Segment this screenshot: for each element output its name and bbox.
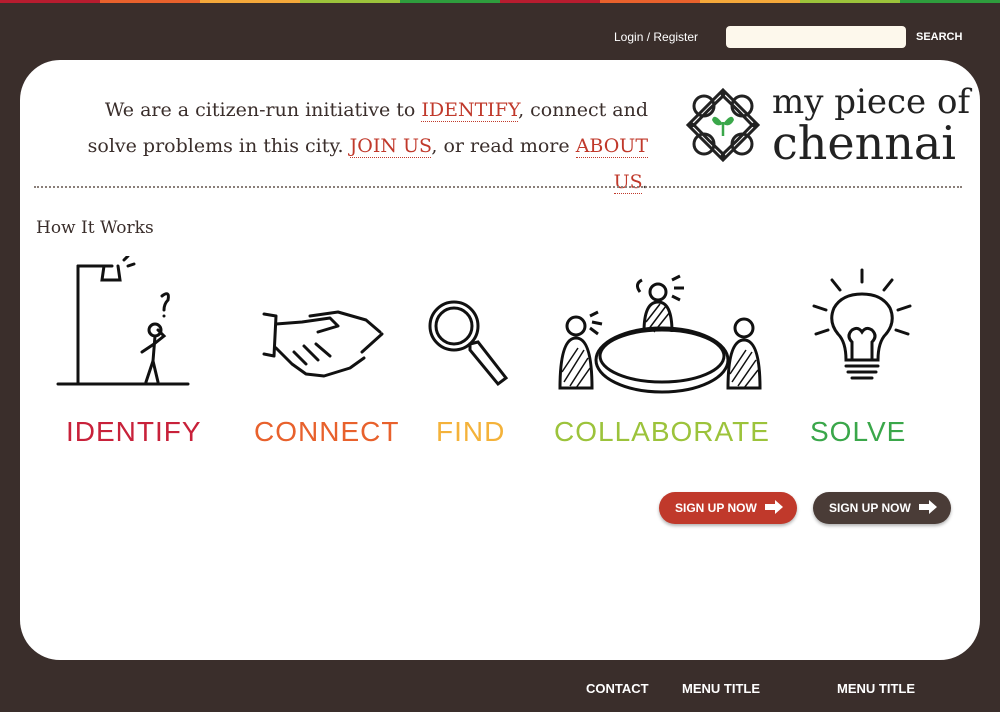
top-bar: Login / Register SEARCH xyxy=(0,24,1000,50)
stripe-segment xyxy=(400,0,500,3)
stripe-segment xyxy=(600,0,700,3)
color-stripe xyxy=(0,0,1000,3)
intro-text-part: , or read more xyxy=(431,135,576,157)
step-label-collaborate: COLLABORATE xyxy=(554,416,770,447)
stripe-segment xyxy=(200,0,300,3)
handshake-icon xyxy=(262,310,384,378)
logo-text-line2: chennai xyxy=(772,116,956,170)
step-find[interactable]: FIND xyxy=(424,256,524,456)
step-label-find: FIND xyxy=(436,416,506,447)
stripe-segment xyxy=(300,0,400,3)
stripe-segment xyxy=(700,0,800,3)
sign-up-now-button-red[interactable]: SIGN UP NOW xyxy=(659,492,797,524)
intro-text: We are a citizen-run initiative to IDENT… xyxy=(60,92,648,200)
how-it-works-heading: How It Works xyxy=(36,218,154,238)
footer-menu-title-2[interactable]: MENU TITLE xyxy=(837,681,915,696)
sign-up-label: SIGN UP NOW xyxy=(675,501,757,515)
intro-text-part: . xyxy=(641,171,648,193)
stripe-segment xyxy=(0,0,100,3)
login-register-link[interactable]: Login / Register xyxy=(614,30,698,44)
step-label-solve: SOLVE xyxy=(810,416,907,447)
light-bulb-icon xyxy=(812,268,912,380)
step-label-identify: IDENTIFY xyxy=(66,416,202,447)
step-solve[interactable]: SOLVE xyxy=(806,256,916,456)
arrow-right-icon xyxy=(918,500,937,514)
site-logo[interactable]: my piece of chennai xyxy=(684,82,970,170)
main-panel: We are a citizen-run initiative to IDENT… xyxy=(20,60,980,660)
step-label-connect: CONNECT xyxy=(254,416,400,447)
sign-up-now-button-dark[interactable]: SIGN UP NOW xyxy=(813,492,951,524)
identify-link[interactable]: IDENTIFY xyxy=(421,99,519,122)
sign-up-label: SIGN UP NOW xyxy=(829,501,911,515)
stripe-segment xyxy=(500,0,600,3)
search-button[interactable]: SEARCH xyxy=(912,26,966,48)
meeting-table-icon xyxy=(558,274,762,394)
stripe-segment xyxy=(100,0,200,3)
footer-menu-title-1[interactable]: MENU TITLE xyxy=(682,681,760,696)
step-collaborate[interactable]: COLLABORATE xyxy=(554,256,774,456)
step-identify[interactable]: IDENTIFY xyxy=(54,256,201,456)
dotted-divider xyxy=(34,186,962,188)
stripe-segment xyxy=(900,0,1000,3)
search-input[interactable] xyxy=(726,26,906,48)
arrow-right-icon xyxy=(764,500,783,514)
intro-text-part: We are a citizen-run initiative to xyxy=(104,99,422,121)
kolam-logo-icon xyxy=(685,87,761,163)
magnifying-glass-icon xyxy=(428,300,509,387)
footer-contact-link[interactable]: CONTACT xyxy=(586,681,649,696)
stick-figure-streetlamp-icon xyxy=(56,256,190,386)
join-us-link[interactable]: JOIN US xyxy=(349,135,432,158)
stripe-segment xyxy=(800,0,900,3)
step-connect[interactable]: CONNECT xyxy=(254,256,398,456)
